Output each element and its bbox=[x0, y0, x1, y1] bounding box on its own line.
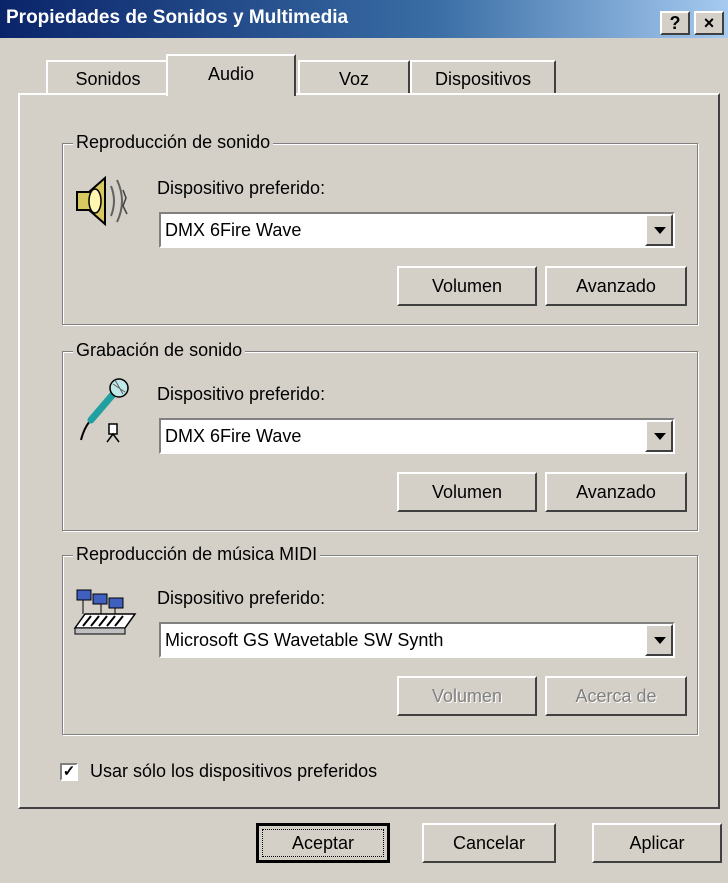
playback-device-combo[interactable]: DMX 6Fire Wave bbox=[159, 212, 675, 248]
recording-device-value: DMX 6Fire Wave bbox=[165, 426, 302, 446]
microphone-icon bbox=[80, 378, 129, 443]
tab-label: Dispositivos bbox=[434, 69, 532, 89]
midi-device-label: Dispositivo preferido: bbox=[157, 588, 326, 608]
playback-device-value: DMX 6Fire Wave bbox=[165, 220, 302, 240]
recording-advanced-button[interactable]: Avanzado bbox=[545, 472, 687, 512]
title-bar[interactable]: Propiedades de Sonidos y Multimedia ? × bbox=[0, 0, 728, 38]
playback-device-label: Dispositivo preferido: bbox=[157, 178, 326, 198]
button-label: Volumen bbox=[431, 276, 503, 296]
chevron-down-icon[interactable] bbox=[645, 624, 673, 656]
recording-volume-button[interactable]: Volumen bbox=[397, 472, 537, 512]
preferred-only-label[interactable]: Usar sólo los dispositivos preferidos bbox=[90, 761, 377, 782]
button-label: Avanzado bbox=[576, 276, 656, 296]
button-label: Volumen bbox=[431, 482, 503, 502]
button-label: Cancelar bbox=[452, 833, 526, 853]
close-button[interactable]: × bbox=[694, 11, 724, 35]
tab-sonidos[interactable]: Sonidos bbox=[46, 60, 170, 96]
recording-device-label: Dispositivo preferido: bbox=[157, 384, 326, 404]
tab-audio[interactable]: Audio bbox=[166, 54, 296, 96]
midi-about-button: Acerca de bbox=[545, 676, 687, 716]
apply-button[interactable]: Aplicar bbox=[592, 823, 722, 863]
button-label: Aceptar bbox=[262, 829, 384, 857]
midi-device-value: Microsoft GS Wavetable SW Synth bbox=[165, 630, 444, 650]
playback-group-title: Reproducción de sonido bbox=[73, 132, 274, 153]
playback-group: Reproducción de sonido Dispositivo prefe… bbox=[62, 132, 698, 325]
midi-group-title: Reproducción de música MIDI bbox=[73, 544, 321, 565]
window-title: Propiedades de Sonidos y Multimedia bbox=[6, 7, 349, 28]
tab-label: Voz bbox=[338, 69, 370, 89]
playback-volume-button[interactable]: Volumen bbox=[397, 266, 537, 306]
midi-device-combo[interactable]: Microsoft GS Wavetable SW Synth bbox=[159, 622, 675, 658]
tab-label: Sonidos bbox=[75, 69, 141, 89]
tab-dispositivos[interactable]: Dispositivos bbox=[410, 60, 556, 96]
ok-button[interactable]: Aceptar bbox=[256, 823, 390, 863]
midi-keyboard-icon bbox=[73, 589, 137, 635]
tab-voz[interactable]: Voz bbox=[298, 60, 410, 96]
midi-group: Reproducción de música MIDI Dispositivo … bbox=[62, 544, 698, 735]
help-button[interactable]: ? bbox=[660, 11, 690, 35]
tab-panel-audio: Reproducción de sonido Dispositivo prefe… bbox=[18, 93, 720, 809]
button-label: Acerca de bbox=[575, 686, 657, 706]
playback-advanced-button[interactable]: Avanzado bbox=[545, 266, 687, 306]
midi-volume-button: Volumen bbox=[397, 676, 537, 716]
recording-group-title: Grabación de sonido bbox=[73, 340, 246, 361]
recording-device-combo[interactable]: DMX 6Fire Wave bbox=[159, 418, 675, 454]
speaker-icon bbox=[76, 175, 128, 227]
preferred-only-checkbox[interactable]: ✓ bbox=[60, 763, 78, 781]
recording-group: Grabación de sonido Dispositivo preferid… bbox=[62, 340, 698, 531]
cancel-button[interactable]: Cancelar bbox=[422, 823, 556, 863]
chevron-down-icon[interactable] bbox=[645, 214, 673, 246]
button-label: Avanzado bbox=[576, 482, 656, 502]
chevron-down-icon[interactable] bbox=[645, 420, 673, 452]
button-label: Aplicar bbox=[629, 833, 685, 853]
button-label: Volumen bbox=[431, 686, 503, 706]
tab-label: Audio bbox=[207, 64, 255, 84]
